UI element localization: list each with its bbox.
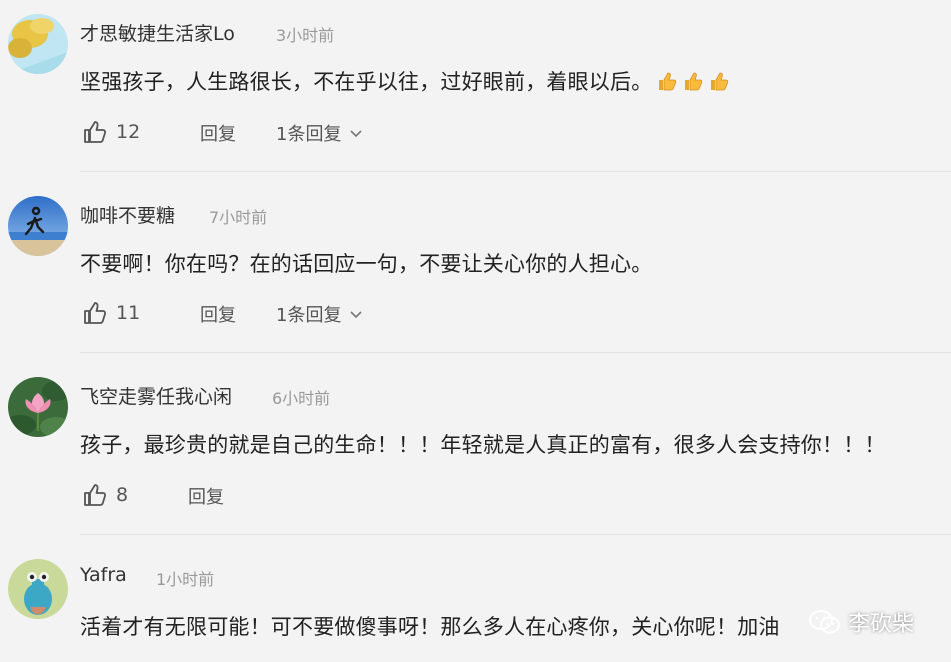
comment-text: 活着才有无限可能！可不要做傻事呀！那么多人在心疼你，关心你呢！加油 [80, 615, 780, 639]
author-name[interactable]: 咖啡不要糖 [80, 201, 175, 228]
thumbs-up-icon [84, 484, 107, 506]
reply-button[interactable]: 回复 [200, 120, 236, 146]
thumbs-up-emoji-group [656, 70, 734, 94]
divider [80, 352, 951, 353]
comment-time: 3小时前 [276, 26, 335, 45]
watermark-text: 李砍柴 [848, 612, 915, 637]
divider [80, 534, 951, 535]
like-button[interactable]: 8 [82, 482, 128, 508]
like-button[interactable]: 11 [82, 300, 140, 326]
like-count: 8 [116, 484, 129, 506]
chevron-down-icon [350, 130, 363, 138]
thumbs-up-icon [84, 121, 107, 143]
like-button[interactable]: 12 [82, 119, 140, 145]
thumbs-up-emoji-icon [659, 72, 677, 91]
comment-actions: 11 回复 1条回复 [82, 300, 482, 328]
author-name[interactable]: 飞空走雾任我心闲 [80, 382, 232, 409]
avatar[interactable] [8, 14, 68, 74]
view-replies-button[interactable]: 1条回复 [276, 120, 363, 146]
wechat-icon [809, 610, 840, 634]
author-name[interactable]: 才思敏捷生活家Lo [80, 19, 235, 46]
reply-button[interactable]: 回复 [188, 483, 224, 509]
reply-button[interactable]: 回复 [200, 301, 236, 327]
avatar[interactable] [8, 196, 68, 256]
thumbs-up-emoji-icon [711, 72, 729, 91]
replies-count-label: 1条回复 [276, 305, 342, 326]
avatar[interactable] [8, 559, 68, 619]
author-name[interactable]: Yafra [80, 564, 127, 586]
divider [80, 171, 951, 172]
like-count: 12 [116, 121, 141, 143]
comment-time: 7小时前 [209, 208, 268, 227]
comment-time: 6小时前 [272, 389, 331, 408]
comment-time: 1小时前 [156, 570, 215, 589]
comment-actions: 8 回复 [82, 482, 382, 510]
chevron-down-icon [350, 311, 363, 319]
comment-text: 孩子，最珍贵的就是自己的生命！！！年轻就是人真正的富有，很多人会支持你！！！ [80, 433, 886, 457]
thumbs-up-icon [84, 302, 107, 324]
comment-text-body: 坚强孩子，人生路很长，不在乎以往，过好眼前，着眼以后。 [80, 70, 653, 94]
comment-actions: 12 回复 1条回复 [82, 119, 482, 147]
comment-text: 不要啊！你在吗？在的话回应一句，不要让关心你的人担心。 [80, 252, 653, 276]
thumbs-up-emoji-icon [685, 72, 703, 91]
watermark: 李砍柴 [808, 606, 914, 638]
replies-count-label: 1条回复 [276, 124, 342, 145]
avatar[interactable] [8, 377, 68, 437]
view-replies-button[interactable]: 1条回复 [276, 301, 363, 327]
comment-text: 坚强孩子，人生路很长，不在乎以往，过好眼前，着眼以后。 [80, 66, 734, 96]
like-count: 11 [116, 302, 141, 324]
